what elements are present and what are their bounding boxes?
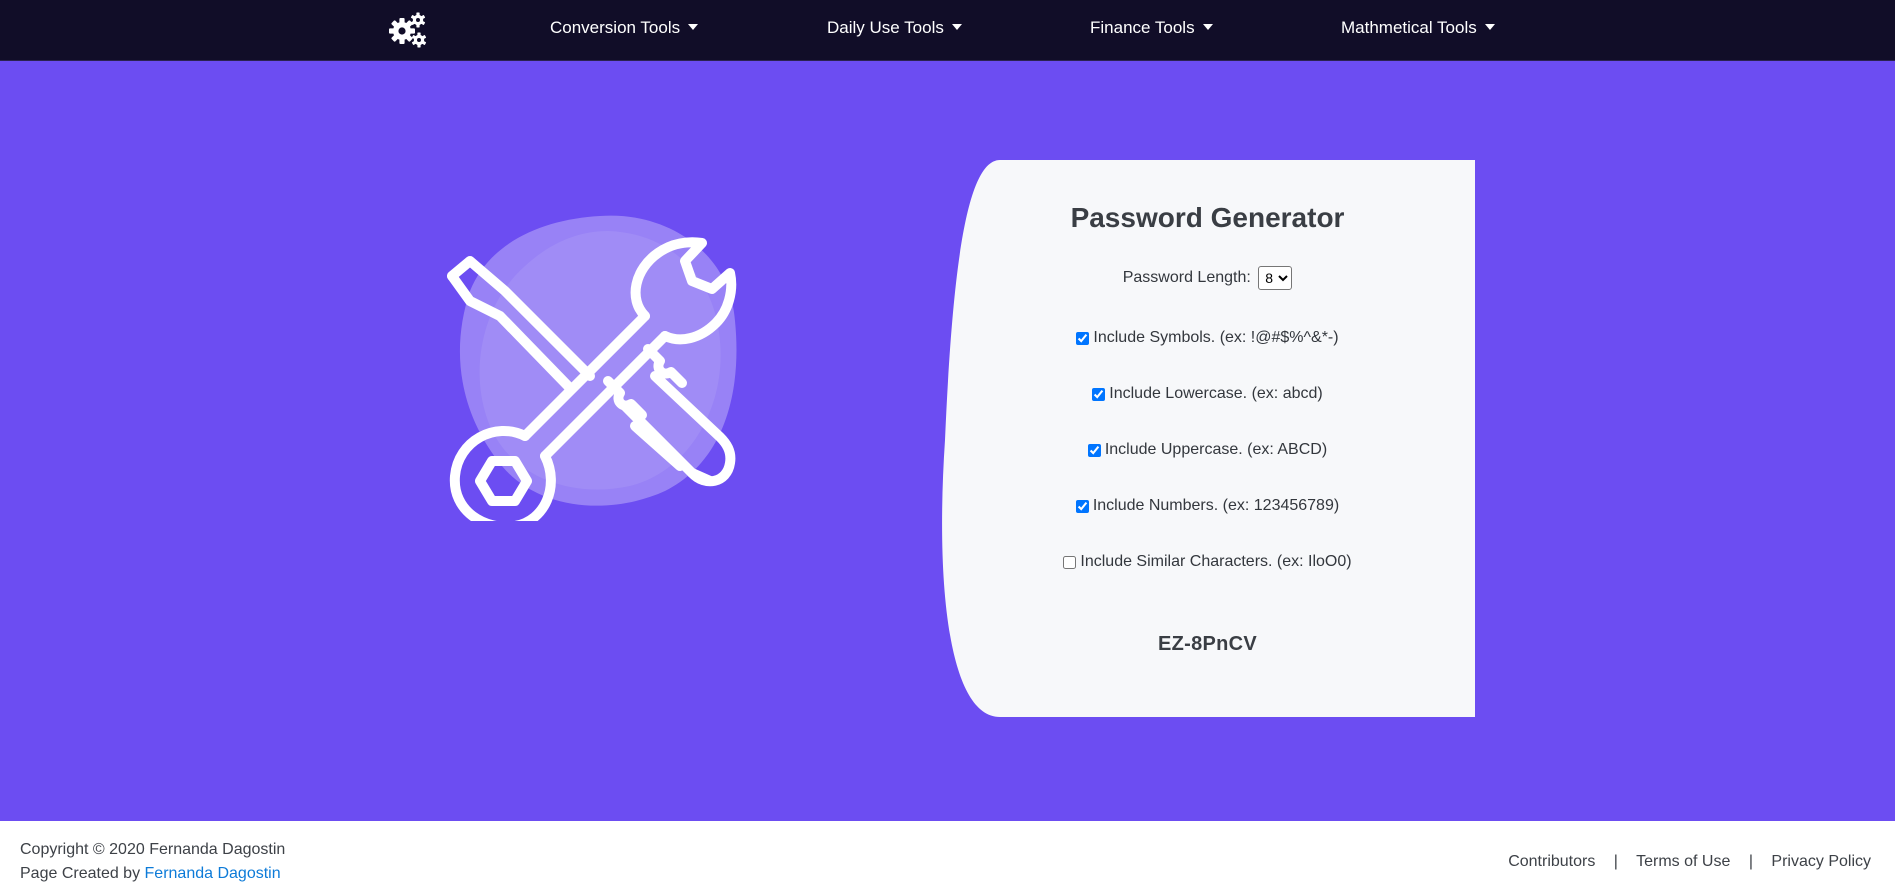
nav-finance-tools[interactable]: Finance Tools xyxy=(1090,18,1213,38)
generated-password: EZ-8PnCV xyxy=(1157,633,1258,655)
terms-of-use-link[interactable]: Terms of Use xyxy=(1636,853,1730,870)
footer: Copyright © 2020 Fernanda Dagostin Page … xyxy=(0,821,1895,894)
numbers-label: Include Numbers. (ex: 123456789) xyxy=(1092,497,1340,514)
similar-characters-label: Include Similar Characters. (ex: IloO0) xyxy=(1080,553,1352,570)
nav-conversion-tools[interactable]: Conversion Tools xyxy=(550,18,699,38)
author-link[interactable]: Fernanda Dagostin xyxy=(145,865,281,882)
caret-down-icon xyxy=(688,24,699,30)
uppercase-checkbox[interactable] xyxy=(1087,443,1101,457)
created-by-line: Page Created by Fernanda Dagostin xyxy=(20,865,281,883)
created-by-prefix: Page Created by xyxy=(20,865,145,882)
numbers-checkbox[interactable] xyxy=(1075,499,1089,513)
option-numbers[interactable]: Include Numbers. (ex: 123456789) xyxy=(990,497,1425,515)
caret-down-icon xyxy=(1202,24,1213,30)
option-uppercase[interactable]: Include Uppercase. (ex: ABCD) xyxy=(990,441,1425,459)
similar-characters-checkbox[interactable] xyxy=(1063,555,1077,569)
symbols-checkbox[interactable] xyxy=(1076,331,1090,345)
copyright-text: Copyright © 2020 Fernanda Dagostin xyxy=(20,841,286,858)
nav-conversion-tools-label: Conversion Tools xyxy=(550,18,681,37)
wrench-screwdriver-icon xyxy=(447,215,737,521)
nav-daily-use-tools[interactable]: Daily Use Tools xyxy=(827,18,962,38)
footer-separator: | xyxy=(1613,853,1618,870)
password-generator-card: Password Generator Password Length: 8 In… xyxy=(990,160,1425,717)
caret-down-icon xyxy=(951,24,962,30)
nav-daily-use-tools-label: Daily Use Tools xyxy=(827,18,944,37)
option-similar-characters[interactable]: Include Similar Characters. (ex: IloO0) xyxy=(990,553,1425,571)
option-lowercase[interactable]: Include Lowercase. (ex: abcd) xyxy=(990,385,1425,403)
nav-finance-tools-label: Finance Tools xyxy=(1090,18,1195,37)
password-length-select[interactable]: 8 xyxy=(1258,266,1293,290)
password-length-row: Password Length: 8 xyxy=(990,266,1425,290)
gears-icon[interactable] xyxy=(388,11,428,49)
top-navbar: Conversion Tools Daily Use Tools Finance… xyxy=(0,0,1895,61)
privacy-policy-link[interactable]: Privacy Policy xyxy=(1771,853,1871,870)
generator-title: Password Generator xyxy=(1070,202,1345,233)
lowercase-label: Include Lowercase. (ex: abcd) xyxy=(1109,385,1323,402)
footer-links: Contributors | Terms of Use | Privacy Po… xyxy=(1508,853,1871,871)
hero-section: Password Generator Password Length: 8 In… xyxy=(0,61,1895,821)
password-length-label: Password Length: xyxy=(1122,269,1251,287)
nav-mathmetical-tools-label: Mathmetical Tools xyxy=(1341,18,1477,37)
footer-separator: | xyxy=(1748,853,1753,870)
lowercase-checkbox[interactable] xyxy=(1092,387,1106,401)
contributors-link[interactable]: Contributors xyxy=(1508,853,1595,870)
symbols-label: Include Symbols. (ex: !@#$%^&*-) xyxy=(1093,329,1339,346)
caret-down-icon xyxy=(1484,24,1495,30)
nav-mathmetical-tools[interactable]: Mathmetical Tools xyxy=(1341,18,1495,38)
option-symbols[interactable]: Include Symbols. (ex: !@#$%^&*-) xyxy=(990,329,1425,347)
uppercase-label: Include Uppercase. (ex: ABCD) xyxy=(1104,441,1328,458)
